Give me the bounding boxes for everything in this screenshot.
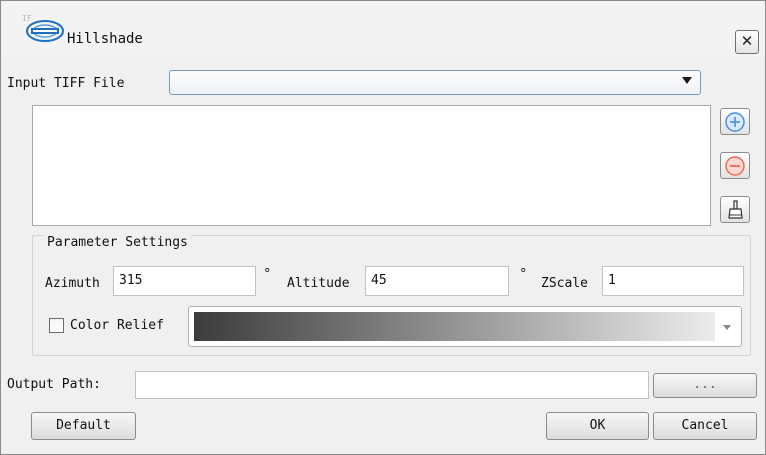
input-file-combobox[interactable] <box>169 70 701 95</box>
ok-button[interactable]: OK <box>546 412 649 440</box>
parameter-settings-title: Parameter Settings <box>44 235 191 251</box>
clear-list-button[interactable] <box>720 196 750 223</box>
azimuth-input[interactable]: 315 <box>113 266 256 296</box>
zscale-input[interactable]: 1 <box>602 266 744 296</box>
window-title: Hillshade <box>67 31 143 47</box>
remove-icon <box>725 155 745 176</box>
output-path-input[interactable] <box>135 371 649 399</box>
hillshade-dialog: IF Hillshade ✕ Input TIFF File Parameter… <box>0 0 766 455</box>
color-ramp-selector[interactable] <box>188 306 742 347</box>
add-file-button[interactable] <box>720 108 750 135</box>
close-button[interactable]: ✕ <box>735 30 759 54</box>
color-relief-checkbox[interactable] <box>49 318 64 333</box>
ramp-dropdown-arrow-icon <box>723 325 731 330</box>
color-ramp-preview <box>194 312 715 341</box>
altitude-input[interactable]: 45 <box>365 266 509 296</box>
output-path-label: Output Path: <box>7 377 101 392</box>
title-bar: IF Hillshade ✕ <box>1 1 765 57</box>
input-file-label: Input TIFF File <box>7 76 125 91</box>
browse-button[interactable]: ... <box>653 373 757 398</box>
azimuth-label: Azimuth <box>45 276 100 291</box>
remove-file-button[interactable] <box>720 152 750 179</box>
input-file-list[interactable] <box>32 105 711 226</box>
cancel-button[interactable]: Cancel <box>653 412 757 440</box>
add-icon <box>725 111 745 132</box>
clear-brush-icon <box>728 199 743 219</box>
zscale-label: ZScale <box>541 276 588 291</box>
color-relief-label: Color Relief <box>70 318 164 333</box>
dropdown-arrow-icon <box>682 77 692 84</box>
azimuth-degree-symbol: ° <box>264 267 271 282</box>
altitude-label: Altitude <box>287 276 350 291</box>
default-button[interactable]: Default <box>31 412 136 440</box>
altitude-degree-symbol: ° <box>520 267 527 282</box>
app-logo-icon <box>26 20 64 42</box>
